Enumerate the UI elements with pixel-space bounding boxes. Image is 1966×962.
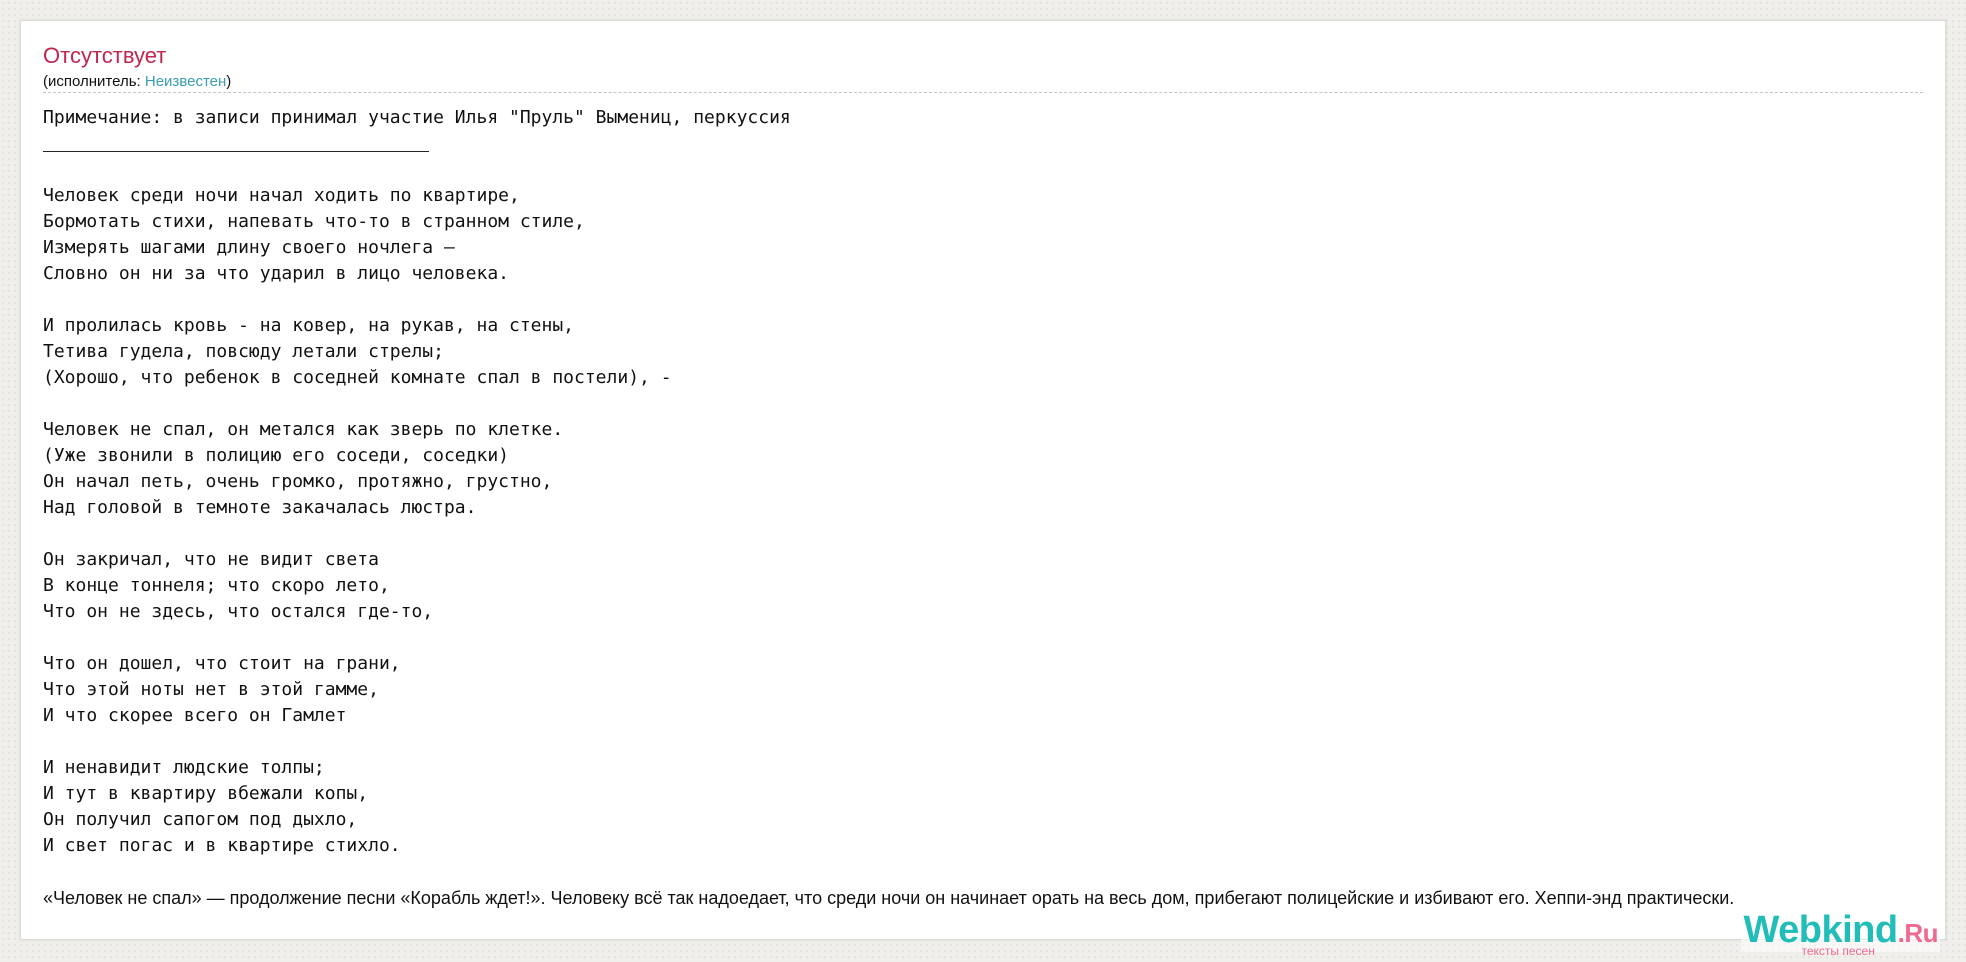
performer-suffix: ) bbox=[226, 73, 232, 90]
note-separator-line bbox=[43, 151, 429, 152]
title-divider bbox=[43, 92, 1923, 93]
performer-line: (исполнитель: Неизвестен) bbox=[43, 73, 231, 91]
lyrics-card: Отсутствует (исполнитель: Неизвестен) Пр… bbox=[20, 20, 1946, 940]
lyrics-text: Примечание: в записи принимал участие Ил… bbox=[43, 107, 791, 856]
site-logo[interactable]: Webkind.Ru тексты песен bbox=[1741, 911, 1940, 957]
song-description: «Человек не спал» — продолжение песни «К… bbox=[43, 888, 1735, 908]
performer-link[interactable]: Неизвестен bbox=[145, 73, 226, 90]
performer-prefix: (исполнитель: bbox=[43, 73, 145, 90]
logo-domain: .Ru bbox=[1897, 918, 1939, 948]
logo-tagline: тексты песен bbox=[1801, 944, 1875, 958]
song-title: Отсутствует bbox=[43, 43, 167, 68]
